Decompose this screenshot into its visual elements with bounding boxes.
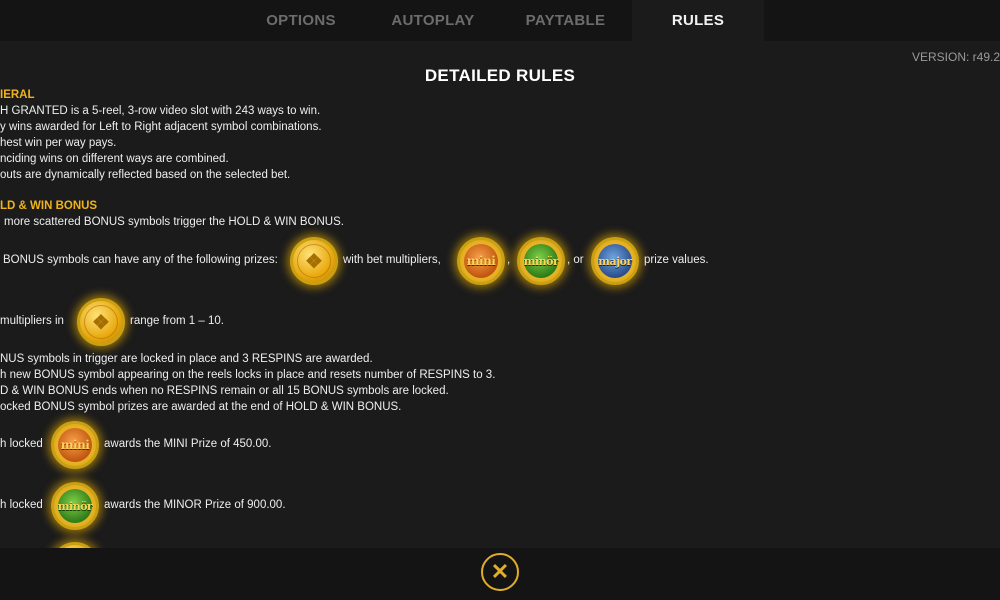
bonus-rule: D & WIN BONUS ends when no RESPINS remai… [0,385,449,397]
prizes-text: with bet multipliers, [343,254,441,266]
bonus-rule: ocked BONUS symbol prizes are awarded at… [0,401,402,413]
rules-content[interactable]: VERSION: r49.2 DETAILED RULES IERAL H GR… [0,41,1000,548]
tab-paytable[interactable]: PAYTABLE [499,0,632,41]
multiplier-text: range from 1 – 10. [130,315,224,327]
multiplier-text: multipliers in [0,315,64,327]
page-title: DETAILED RULES [424,66,576,85]
minor-coin-icon: minör [517,237,565,285]
tab-bar: OPTIONS AUTOPLAY PAYTABLE RULES [0,0,1000,41]
mini-coin-icon: mini [457,237,505,285]
bonus-line: more scattered BONUS symbols trigger the… [4,216,344,228]
mini-coin-icon: mini [51,421,99,469]
minor-coin-icon: minör [51,482,99,530]
section-heading-hold-win: LD & WIN BONUS [0,200,98,212]
close-button[interactable]: ✕ [481,553,519,591]
tab-autoplay[interactable]: AUTOPLAY [367,0,499,41]
mini-prefix: h locked [0,438,43,450]
or-text: , or [567,254,584,266]
general-line: outs are dynamically reflected based on … [0,169,291,181]
minor-prefix: h locked [0,499,43,511]
tab-options[interactable]: OPTIONS [235,0,367,41]
prizes-text: prize values. [644,254,709,266]
general-line: nciding wins on different ways are combi… [0,153,229,165]
minor-prize-text: awards the MINOR Prize of 900.00. [104,499,286,511]
gold-coin-icon: ❖ [290,237,338,285]
version-label: VERSION: r49.2 [911,50,1000,64]
gold-coin-icon: ❖ [77,298,125,346]
comma-text: , [507,254,511,266]
prizes-text: BONUS symbols can have any of the follow… [3,254,278,266]
section-heading-general: IERAL [0,89,35,101]
major-coin-icon: major [591,237,639,285]
mini-prize-text: awards the MINI Prize of 450.00. [104,438,272,450]
general-line: H GRANTED is a 5-reel, 3-row video slot … [0,105,321,117]
general-line: hest win per way pays. [0,137,117,149]
bonus-rule: NUS symbols in trigger are locked in pla… [0,353,373,365]
tab-rules[interactable]: RULES [632,0,764,41]
bonus-rule: h new BONUS symbol appearing on the reel… [0,369,496,381]
general-line: y wins awarded for Left to Right adjacen… [0,121,322,133]
close-icon: ✕ [490,559,510,584]
